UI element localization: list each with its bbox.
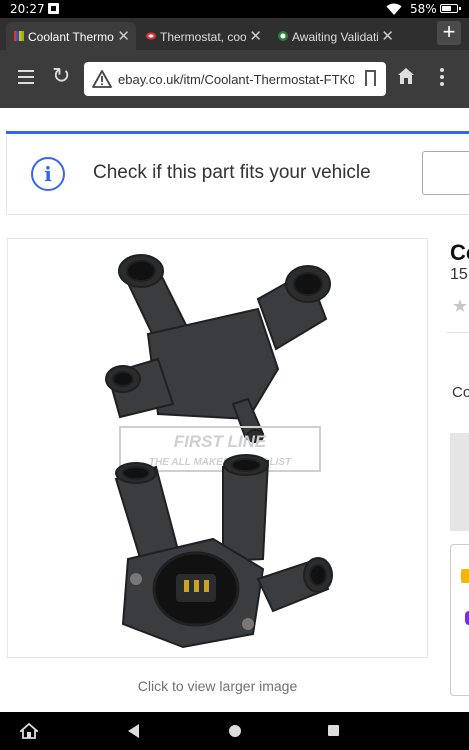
badge-icon — [465, 611, 469, 625]
product-title-fragment: Co — [450, 240, 469, 265]
browser-toolbar: ↻ ebay.co.uk/itm/Coolant-Thermostat-FTK0 — [0, 50, 469, 108]
url-text: ebay.co.uk/itm/Coolant-Thermostat-FTK0 — [118, 72, 354, 87]
new-tab-button[interactable]: + — [437, 21, 461, 45]
price-panel-fragment — [450, 433, 469, 531]
hamburger-menu-icon[interactable] — [18, 70, 34, 84]
info-icon: i — [31, 157, 65, 191]
reload-icon[interactable]: ↻ — [52, 64, 70, 89]
fit-check-text: Check if this part fits your vehicle — [93, 162, 371, 183]
address-bar[interactable]: ebay.co.uk/itm/Coolant-Thermostat-FTK0 — [84, 62, 386, 96]
condition-fragment: Co — [452, 384, 469, 401]
wifi-icon — [386, 3, 402, 15]
tab-label: Thermostat, cool — [160, 30, 246, 44]
star-icon: ★ — [452, 296, 469, 316]
overflow-menu-icon[interactable] — [440, 68, 444, 86]
tab-label: Awaiting Validati — [292, 30, 378, 44]
thermostat-housing-image: FIRST LINE THE ALL MAKES SPECIALIST — [105, 254, 333, 649]
status-bar: 20:27 58% — [0, 0, 469, 18]
tab-label: Coolant Thermo — [28, 30, 114, 44]
product-subtitle-fragment: 15 — [450, 266, 468, 283]
close-tab-icon[interactable]: ✕ — [249, 27, 262, 45]
home-button-icon[interactable] — [229, 725, 241, 737]
seller-panel-fragment — [450, 544, 469, 696]
tab-awaiting-validation[interactable]: Awaiting Validati ✕ — [270, 22, 400, 50]
status-time: 20:27 — [10, 2, 45, 16]
promo-icon — [461, 569, 469, 583]
green-circle-favicon — [278, 31, 288, 41]
recents-icon[interactable] — [328, 725, 339, 736]
system-nav-bar — [0, 712, 469, 750]
tab-thermostat[interactable]: Thermostat, cool ✕ — [138, 22, 268, 50]
divider — [446, 332, 469, 333]
ebay-favicon — [14, 31, 24, 41]
watermark-line1: FIRST LINE — [174, 432, 267, 451]
watermark-line2: THE ALL MAKES SPECIALIST — [149, 457, 292, 468]
vehicle-select-field[interactable] — [422, 151, 469, 195]
close-tab-icon[interactable]: ✕ — [117, 27, 130, 45]
battery-percent: 58% — [410, 2, 437, 16]
warning-icon[interactable] — [92, 70, 112, 88]
back-icon[interactable] — [128, 724, 139, 738]
home-icon[interactable] — [397, 67, 415, 85]
tab-coolant-thermostat[interactable]: Coolant Thermo ✕ — [6, 22, 136, 50]
close-tab-icon[interactable]: ✕ — [381, 27, 394, 45]
bookmark-icon[interactable] — [365, 70, 376, 86]
launcher-home-icon[interactable] — [20, 723, 38, 739]
product-image[interactable]: FIRST LINE THE ALL MAKES SPECIALIST — [7, 238, 428, 658]
car-favicon — [146, 32, 156, 40]
battery-icon — [440, 4, 461, 13]
fit-check-banner[interactable]: i Check if this part fits your vehicle — [6, 135, 469, 215]
notification-icon — [48, 3, 59, 14]
accent-divider — [6, 131, 469, 134]
image-caption[interactable]: Click to view larger image — [7, 678, 428, 694]
tab-strip: Coolant Thermo ✕ Thermostat, cool ✕ Awai… — [0, 18, 469, 50]
